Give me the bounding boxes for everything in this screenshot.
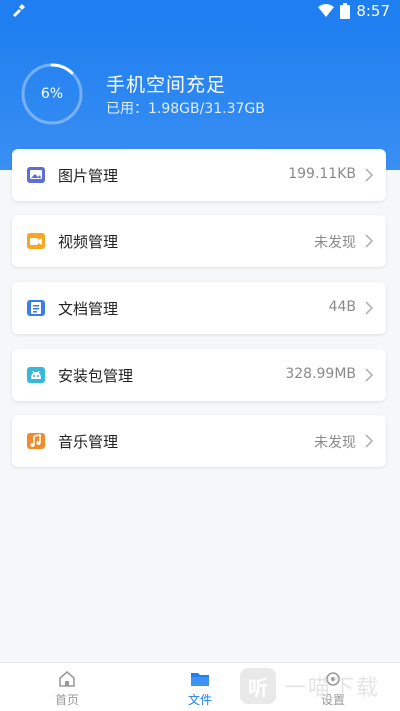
nav-tab-home[interactable]: 首页 bbox=[27, 669, 107, 708]
folder-icon bbox=[191, 673, 209, 686]
cleaner-icon bbox=[10, 3, 26, 23]
chevron-right-icon bbox=[365, 234, 374, 248]
chevron-right-icon bbox=[365, 368, 374, 382]
battery-icon bbox=[340, 3, 351, 19]
home-icon bbox=[59, 670, 75, 687]
android-icon bbox=[26, 365, 46, 385]
nav-label: 首页 bbox=[54, 693, 79, 707]
category-item-apk[interactable]: 安装包管理 328.99MB bbox=[12, 349, 386, 401]
category-label: 视频管理 bbox=[58, 233, 119, 251]
watermark-text: 一喵下载 bbox=[284, 676, 381, 701]
nav-label: 文件 bbox=[187, 693, 212, 707]
status-time: 8:57 bbox=[356, 2, 390, 20]
status-bar: 8:57 bbox=[0, 0, 400, 24]
image-icon bbox=[26, 165, 46, 185]
storage-title: 手机空间充足 bbox=[106, 74, 227, 96]
storage-percent: 6% bbox=[40, 86, 64, 102]
category-value: 未发现 bbox=[314, 235, 356, 251]
category-item-images[interactable]: 图片管理 199.11KB bbox=[12, 149, 386, 201]
chevron-right-icon bbox=[365, 301, 374, 315]
document-icon bbox=[26, 298, 46, 318]
category-item-documents[interactable]: 文档管理 44B bbox=[12, 282, 386, 334]
chevron-right-icon bbox=[365, 434, 374, 448]
video-icon bbox=[26, 231, 46, 251]
category-label: 音乐管理 bbox=[58, 433, 119, 451]
music-icon bbox=[26, 431, 46, 451]
wifi-icon bbox=[318, 4, 335, 17]
chevron-right-icon bbox=[365, 168, 374, 182]
category-label: 文档管理 bbox=[58, 300, 119, 318]
nav-tab-files[interactable]: 文件 bbox=[160, 669, 240, 708]
watermark-logo: 听 bbox=[240, 668, 276, 704]
category-value: 44B bbox=[328, 299, 356, 315]
category-value: 328.99MB bbox=[285, 366, 356, 382]
category-label: 图片管理 bbox=[58, 167, 119, 185]
category-item-music[interactable]: 音乐管理 未发现 bbox=[12, 415, 386, 467]
storage-usage: 已用：1.98GB/31.37GB bbox=[106, 101, 265, 117]
category-value: 199.11KB bbox=[288, 166, 356, 182]
category-label: 安装包管理 bbox=[58, 367, 134, 385]
category-item-videos[interactable]: 视频管理 未发现 bbox=[12, 215, 386, 267]
watermark: 听 一喵下载 bbox=[240, 664, 400, 708]
category-value: 未发现 bbox=[314, 435, 356, 451]
